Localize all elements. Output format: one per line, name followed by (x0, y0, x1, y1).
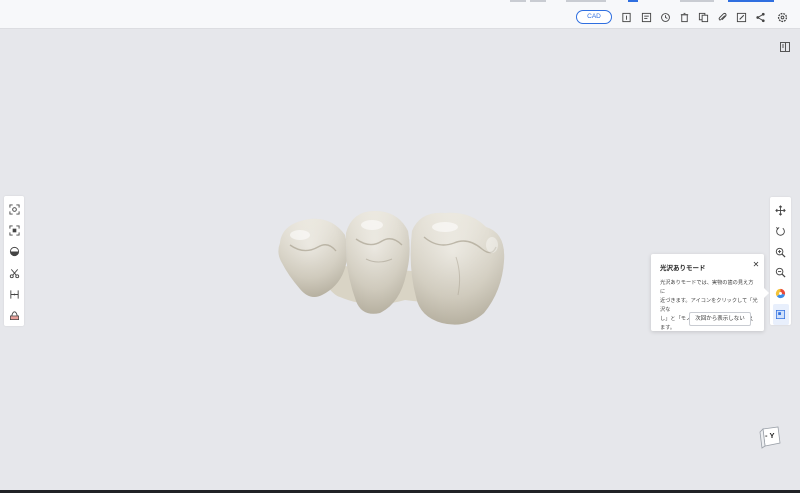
tooltip-title: 光沢ありモード (660, 265, 706, 272)
app-window: CAD 光沢ありモード ✕ 光沢ありモードでは、実物の歯の見え方に 近づきます。… (0, 0, 800, 493)
rotate-icon[interactable] (773, 221, 789, 242)
layer-toggle-icon[interactable] (772, 304, 789, 325)
pan-move-icon[interactable] (773, 200, 789, 221)
margin-line-icon[interactable] (6, 284, 22, 305)
zoom-out-icon[interactable] (773, 262, 789, 283)
delete-icon[interactable] (677, 10, 691, 24)
history-icon[interactable] (658, 10, 672, 24)
copy-icon[interactable] (696, 10, 710, 24)
top-primary-button-stub[interactable] (728, 0, 774, 2)
zoom-in-icon[interactable] (773, 242, 789, 263)
orientation-axis-label: - Y (765, 431, 775, 440)
scissors-cut-icon[interactable] (6, 263, 22, 284)
top-tab-stub[interactable] (510, 0, 526, 2)
close-icon[interactable]: ✕ (751, 260, 761, 270)
right-toolbar (770, 197, 791, 325)
side-panel-toggle-icon[interactable] (779, 40, 791, 52)
color-mode-icon[interactable] (773, 283, 789, 304)
left-toolbar (4, 196, 24, 326)
settings-icon[interactable] (775, 10, 789, 24)
top-tab-stub[interactable] (680, 0, 714, 2)
share-icon[interactable] (753, 10, 767, 24)
edit-icon[interactable] (734, 10, 748, 24)
cad-button[interactable]: CAD (576, 10, 612, 24)
dont-show-again-button[interactable]: 次回から表示しない (689, 312, 751, 326)
attachment-icon[interactable] (715, 10, 729, 24)
top-tab-stub[interactable] (566, 0, 606, 2)
fit-view-icon[interactable] (6, 199, 22, 220)
select-area-icon[interactable] (6, 220, 22, 241)
occlusal-plane-icon[interactable] (6, 241, 22, 262)
top-tab-stub[interactable] (530, 0, 546, 2)
tooltip-line: 光沢ありモードでは、実物の歯の見え方に (660, 280, 754, 295)
clip-section-icon[interactable] (6, 305, 22, 326)
top-toolbar: CAD (0, 0, 800, 29)
top-badge-stub[interactable] (628, 0, 638, 2)
dental-bridge-model[interactable] (270, 205, 515, 335)
info-panel-icon[interactable] (619, 10, 633, 24)
memo-icon[interactable] (639, 10, 653, 24)
